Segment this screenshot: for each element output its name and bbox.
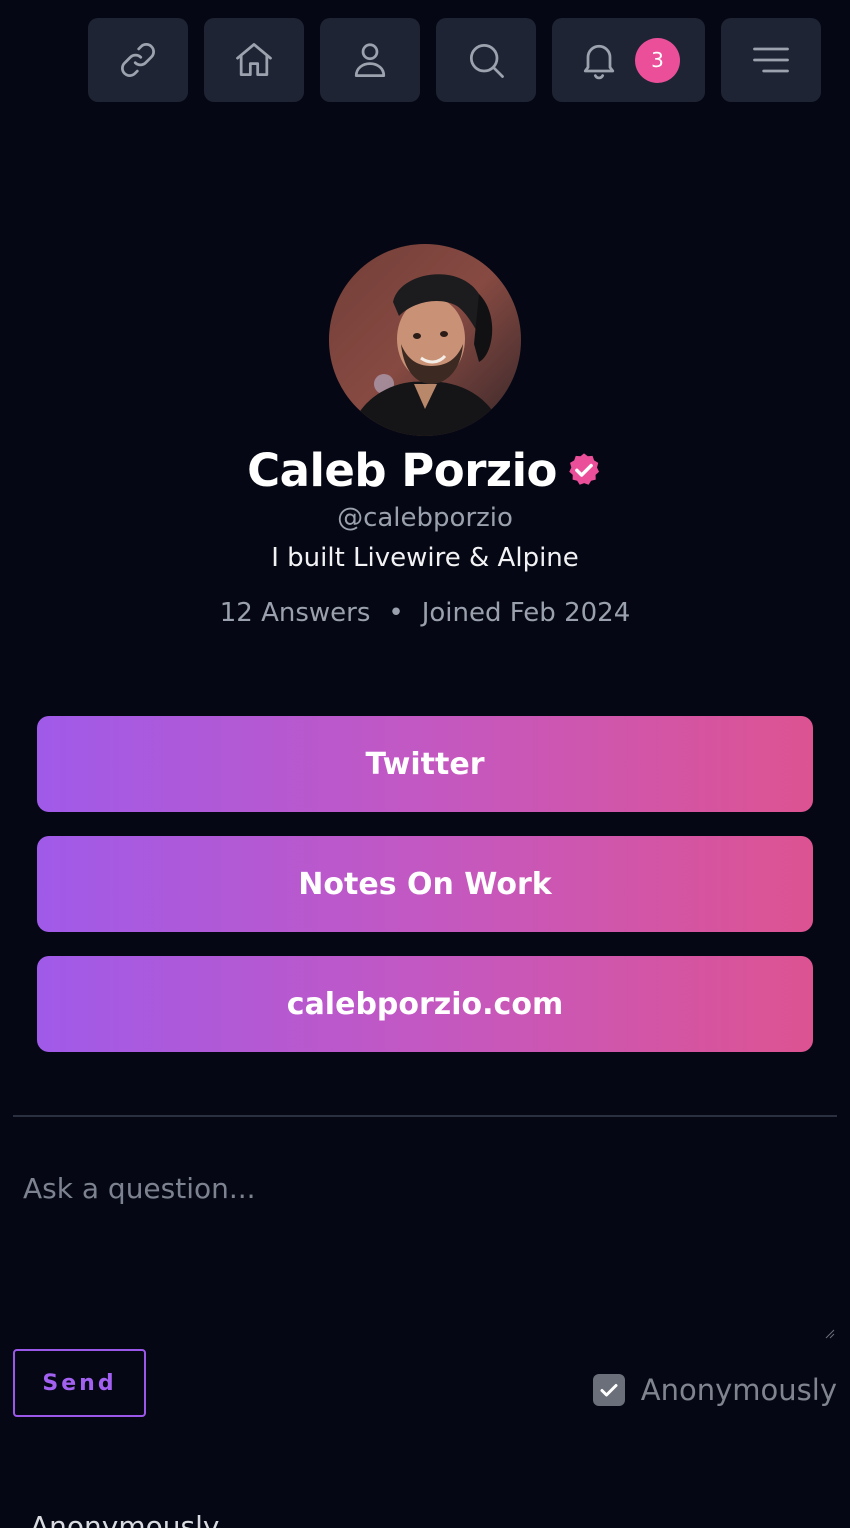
link-button-twitter[interactable]: Twitter	[37, 716, 813, 812]
send-button[interactable]: Send	[13, 1349, 146, 1417]
anonymously-label: Anonymously	[640, 1373, 837, 1407]
checkmark-icon	[600, 1384, 618, 1397]
profile-handle: @calebporzio	[337, 503, 513, 533]
resize-grip-icon[interactable]	[823, 1327, 835, 1339]
divider	[13, 1115, 837, 1117]
profile-stats: 12 Answers • Joined Feb 2024	[0, 598, 850, 628]
avatar	[329, 244, 521, 436]
bell-icon	[583, 44, 615, 80]
profile-page: 3 Caleb Porzio @calebporzio I built Live…	[0, 0, 850, 1528]
user-icon	[354, 43, 386, 77]
links-nav-button[interactable]	[88, 18, 188, 102]
home-icon	[236, 43, 272, 77]
stats-separator: •	[388, 598, 404, 628]
profile-nav-button[interactable]	[320, 18, 420, 102]
search-nav-button[interactable]	[436, 18, 536, 102]
notifications-nav-button[interactable]: 3	[552, 18, 705, 102]
profile-name: Caleb Porzio	[247, 443, 557, 497]
question-input[interactable]	[13, 1160, 837, 1342]
menu-nav-button[interactable]	[721, 18, 821, 102]
notification-count-badge: 3	[635, 37, 680, 83]
joined-date: Joined Feb 2024	[421, 598, 631, 628]
anonymously-toggle[interactable]: Anonymously	[592, 1373, 837, 1407]
profile-bio: I built Livewire & Alpine	[271, 543, 579, 573]
search-icon	[469, 43, 504, 78]
verified-badge-icon	[569, 453, 599, 485]
anonymously-checkbox[interactable]	[592, 1374, 625, 1406]
profile-name-row: Caleb Porzio	[0, 440, 850, 500]
link-button-website[interactable]: calebporzio.com	[37, 956, 813, 1052]
menu-icon	[753, 47, 789, 73]
link-icon	[121, 43, 155, 77]
answers-count: 12 Answers	[219, 598, 371, 628]
link-button-notes-on-work[interactable]: Notes On Work	[37, 836, 813, 932]
home-nav-button[interactable]	[204, 18, 304, 102]
feed-item-author: Anonymously	[30, 1510, 220, 1528]
